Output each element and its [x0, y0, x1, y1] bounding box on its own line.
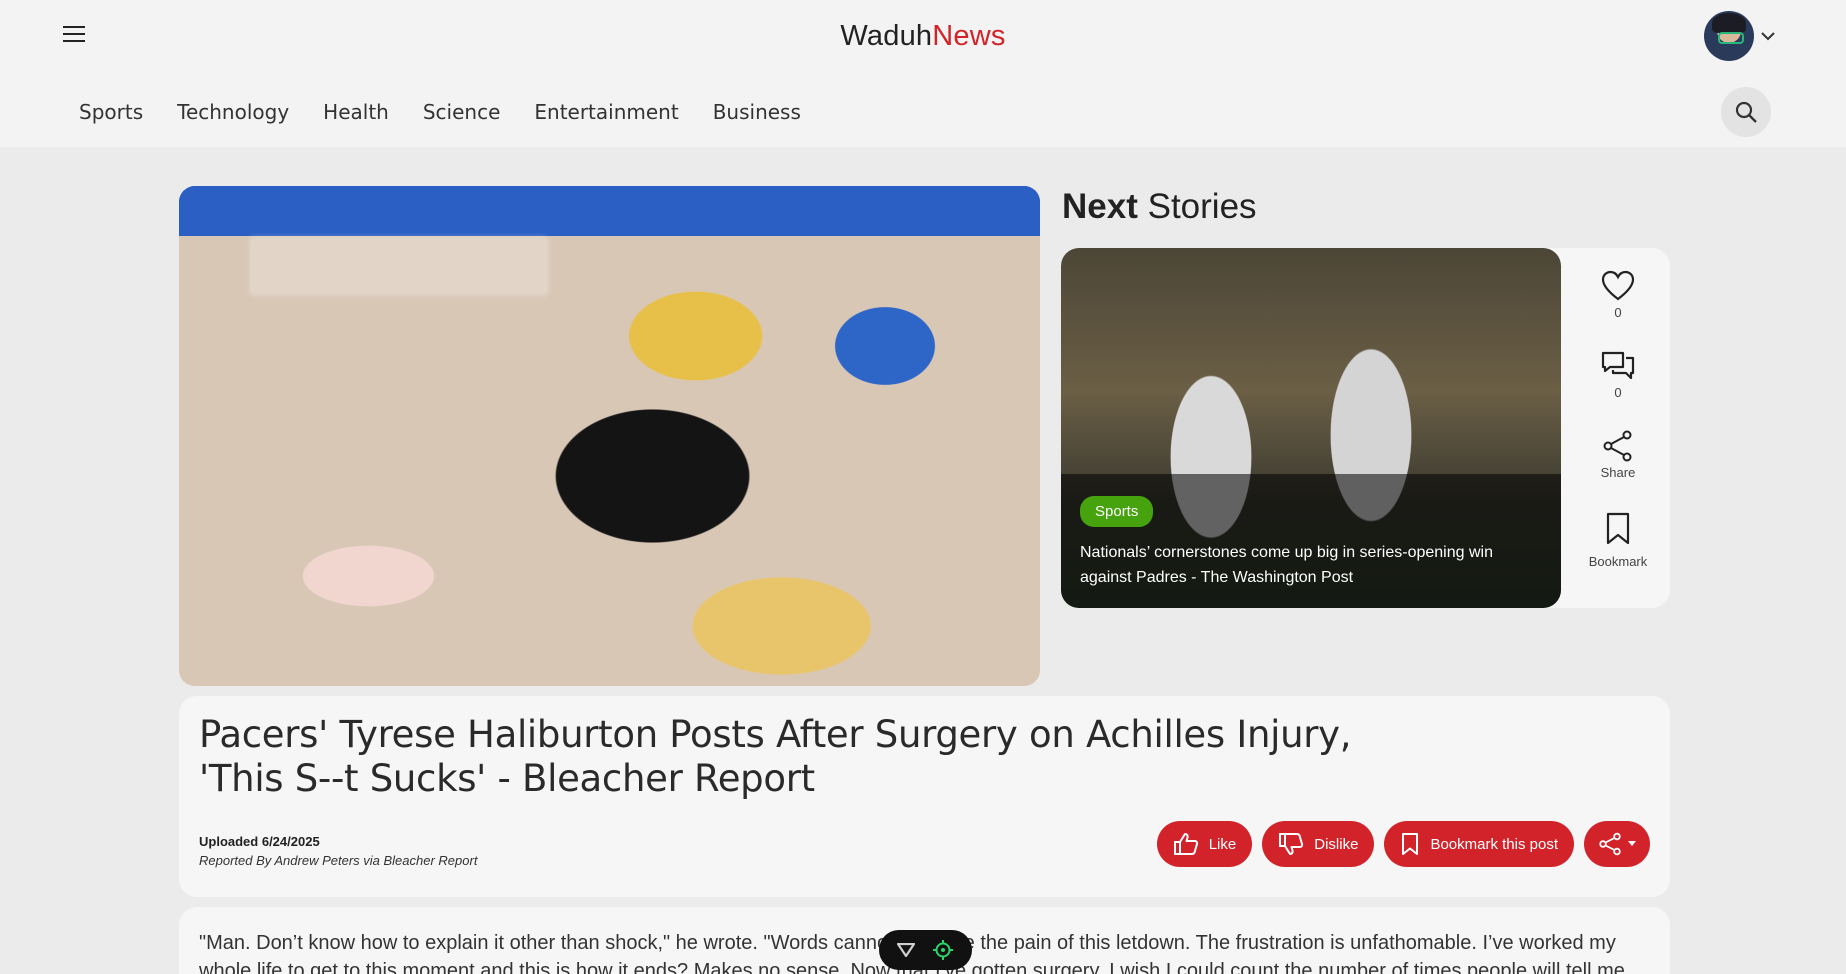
next-story-headline[interactable]: Nationals’ cornerstones come up big in s… [1080, 540, 1540, 590]
search-button[interactable] [1721, 87, 1771, 137]
top-bar: WaduhNews Sports Technology Health Scien… [0, 0, 1846, 147]
reporter-credit: Reported By Andrew Peters via Bleacher R… [199, 853, 478, 868]
comment-count: 0 [1614, 385, 1622, 400]
nav-item-entertainment[interactable]: Entertainment [517, 96, 695, 128]
share-dropdown-button[interactable] [1584, 821, 1650, 867]
like-count: 0 [1614, 305, 1622, 320]
article-actions: Like Dislike Bookmark this post [1156, 821, 1650, 867]
search-icon [1735, 101, 1757, 123]
dislike-button[interactable]: Dislike [1262, 821, 1375, 867]
brand-part-1: Waduh [840, 20, 933, 52]
comment-button[interactable]: 0 [1566, 350, 1670, 400]
article-header: Pacers' Tyrese Haliburton Posts After Su… [179, 696, 1670, 897]
chevron-down-icon [1761, 32, 1775, 41]
article-meta: Uploaded 6/24/2025 Reported By Andrew Pe… [199, 834, 477, 868]
nav-item-technology[interactable]: Technology [160, 96, 306, 128]
next-story-card: Sports Nationals’ cornerstones come up b… [1061, 248, 1670, 608]
heart-icon [1601, 270, 1635, 301]
story-actions: 0 0 Share Bookmark [1566, 248, 1670, 608]
comment-icon [1601, 351, 1635, 380]
share-icon [1599, 832, 1621, 856]
upload-date: Uploaded 6/24/2025 [199, 834, 320, 849]
bookmark-icon [1402, 833, 1419, 855]
share-story-button[interactable]: Share [1566, 430, 1670, 480]
bookmark-story-button[interactable]: Bookmark [1566, 512, 1670, 569]
like-button[interactable]: Like [1156, 821, 1253, 867]
site-logo[interactable]: WaduhNews [0, 20, 1846, 53]
like-story-button[interactable]: 0 [1566, 270, 1670, 320]
bookmark-icon [1606, 512, 1630, 545]
category-nav: Sports Technology Health Science Enterta… [62, 96, 818, 128]
bookmark-post-label: Bookmark this post [1430, 835, 1558, 853]
share-icon [1603, 430, 1632, 462]
nav-item-sports[interactable]: Sports [62, 96, 160, 128]
caret-down-icon [1628, 841, 1636, 846]
article-hero-image [179, 186, 1040, 686]
crosshair-icon[interactable] [932, 939, 954, 961]
avatar [1704, 11, 1754, 61]
next-story-image[interactable]: Sports Nationals’ cornerstones come up b… [1061, 248, 1561, 608]
article-title: Pacers' Tyrese Haliburton Posts After Su… [199, 713, 1352, 800]
category-tag[interactable]: Sports [1080, 496, 1154, 527]
bookmark-post-button[interactable]: Bookmark this post [1384, 821, 1574, 867]
thumbs-up-icon [1173, 833, 1198, 855]
nav-item-science[interactable]: Science [406, 96, 518, 128]
brand-part-2: News [932, 20, 1006, 52]
bookmark-label: Bookmark [1588, 554, 1648, 569]
share-label: Share [1600, 465, 1636, 480]
next-stories-heading: Next Stories [1062, 187, 1257, 226]
dislike-button-label: Dislike [1314, 835, 1359, 853]
thumbs-down-icon [1279, 833, 1304, 855]
floating-toolbar[interactable] [879, 930, 972, 970]
like-button-label: Like [1208, 835, 1237, 853]
nav-item-health[interactable]: Health [306, 96, 406, 128]
nav-item-business[interactable]: Business [696, 96, 818, 128]
account-menu[interactable] [1704, 11, 1776, 61]
chevron-down-icon[interactable] [897, 943, 916, 957]
